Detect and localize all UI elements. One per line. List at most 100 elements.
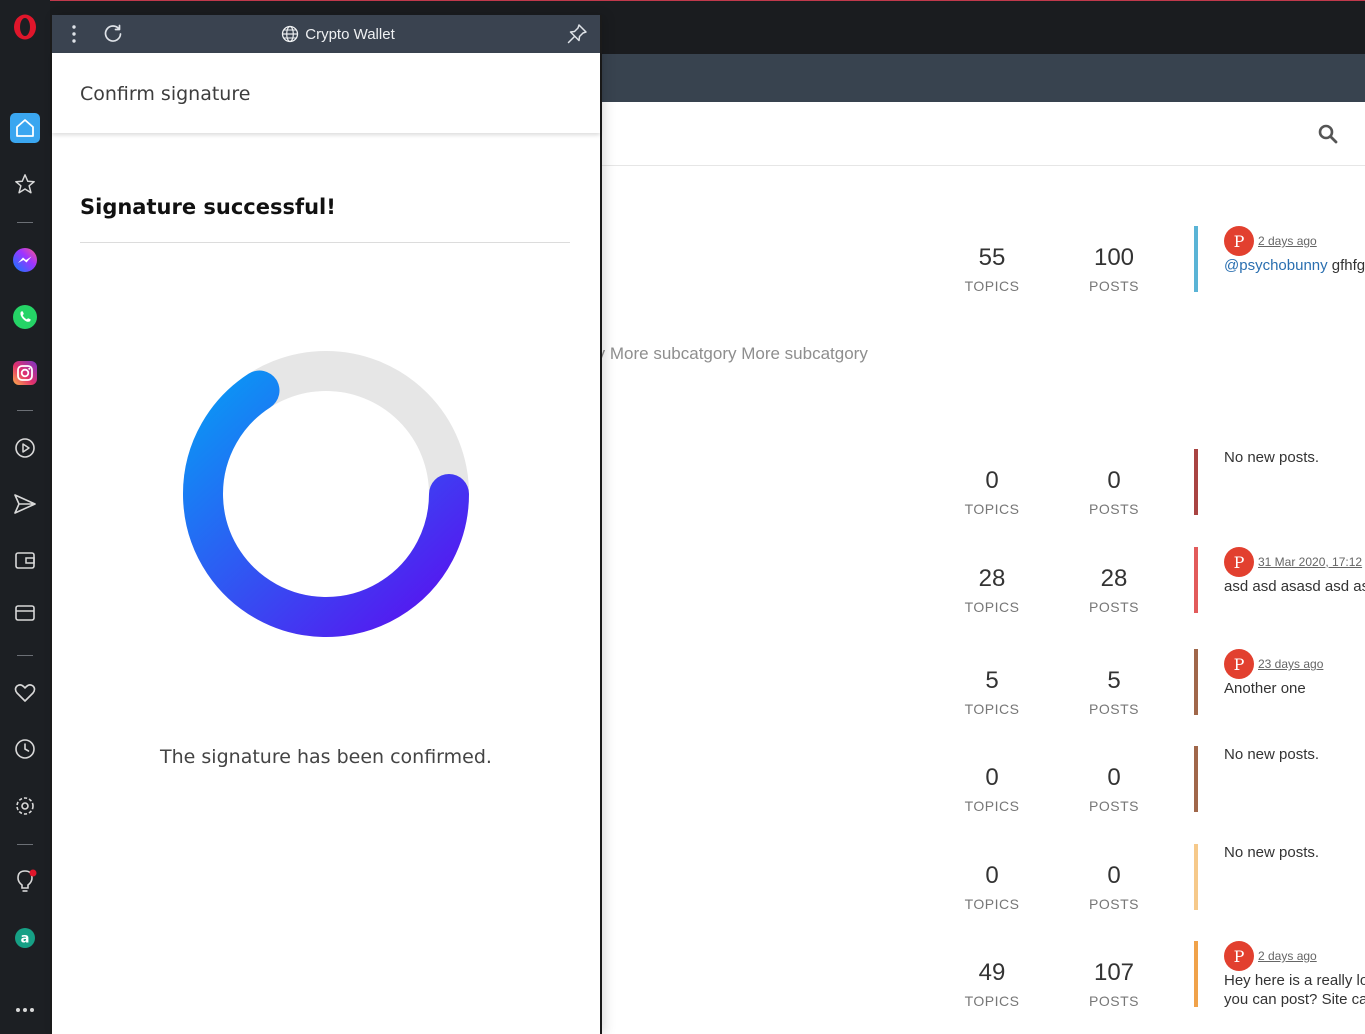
topics-count: 0 — [985, 467, 999, 494]
posts-stat: 28 POSTS — [1069, 563, 1159, 619]
posts-stat: 0 POSTS — [1069, 465, 1159, 521]
topics-label: TOPICS — [964, 501, 1020, 517]
last-post-preview[interactable]: Hey here is a really lo — [1224, 972, 1365, 990]
category-color-bar — [1194, 746, 1198, 812]
posts-label: POSTS — [1089, 599, 1139, 615]
messenger-icon[interactable] — [10, 245, 40, 275]
topics-count: 55 — [978, 244, 1006, 271]
card-icon[interactable] — [10, 598, 40, 628]
avatar[interactable]: P — [1224, 941, 1254, 971]
wallet-titlebar: Crypto Wallet — [52, 15, 600, 53]
posts-count: 100 — [1093, 244, 1135, 271]
home-icon[interactable] — [10, 113, 40, 143]
instagram-icon[interactable] — [10, 358, 40, 388]
history-icon[interactable] — [10, 734, 40, 764]
wallet-title-text: Crypto Wallet — [305, 25, 395, 43]
user-mention[interactable]: @psychobunny — [1224, 257, 1328, 274]
pin-icon[interactable] — [566, 23, 588, 49]
more-icon[interactable] — [10, 995, 40, 1025]
posts-label: POSTS — [1089, 278, 1139, 294]
wallet-header: Confirm signature — [52, 53, 600, 133]
sidebar-divider — [17, 844, 33, 845]
post-date-link[interactable]: 2 days ago — [1258, 234, 1317, 248]
page-title: Confirm signature — [80, 83, 251, 105]
topics-count: 28 — [978, 565, 1006, 592]
avatar[interactable]: P — [1224, 547, 1254, 577]
search-icon[interactable] — [1318, 124, 1338, 148]
posts-count: 0 — [1107, 764, 1121, 791]
post-date-link[interactable]: 2 days ago — [1258, 949, 1317, 963]
category-color-bar — [1194, 649, 1198, 715]
category-color-bar — [1194, 547, 1198, 613]
confirmation-message: The signature has been confirmed. — [160, 746, 492, 768]
sidebar-divider — [17, 222, 33, 223]
posts-count: 107 — [1093, 959, 1135, 986]
category-color-bar — [1194, 226, 1198, 292]
topics-label: TOPICS — [964, 993, 1020, 1009]
whatsapp-icon[interactable] — [10, 302, 40, 332]
post-excerpt-line2: you can post? Site car — [1224, 991, 1365, 1008]
globe-icon — [281, 25, 299, 43]
aria-icon[interactable]: a — [10, 923, 40, 953]
post-excerpt: gfhfg — [1327, 257, 1365, 274]
player-icon[interactable] — [10, 433, 40, 463]
success-progress-ring — [183, 351, 469, 637]
star-icon[interactable] — [10, 169, 40, 199]
browser-sidebar: a — [0, 0, 50, 1034]
browser-window: ry More subcatgory More subcatgory 55 TO… — [0, 0, 1365, 1034]
sidebar-divider — [17, 655, 33, 656]
site-header — [601, 102, 1365, 166]
success-heading: Signature successful! — [80, 195, 336, 219]
site-navbar — [601, 54, 1365, 102]
posts-label: POSTS — [1089, 993, 1139, 1009]
category-row: 55 TOPICS 100 POSTS P 2 days ago @psycho… — [601, 226, 1365, 308]
heart-icon[interactable] — [10, 678, 40, 708]
category-row: 0 TOPICS 0 POSTS No new posts. — [601, 844, 1365, 926]
topics-stat: 5 TOPICS — [947, 665, 1037, 721]
posts-stat: 100 POSTS — [1069, 242, 1159, 298]
avatar[interactable]: P — [1224, 649, 1254, 679]
posts-count: 0 — [1107, 862, 1121, 889]
post-excerpt: Another one — [1224, 680, 1306, 697]
send-icon[interactable] — [10, 489, 40, 519]
topics-label: TOPICS — [964, 896, 1020, 912]
divider — [80, 242, 570, 243]
posts-label: POSTS — [1089, 501, 1139, 517]
topics-stat: 28 TOPICS — [947, 563, 1037, 619]
posts-count: 28 — [1100, 565, 1128, 592]
forum-category-list: ry More subcatgory More subcatgory 55 TO… — [601, 166, 1365, 1034]
posts-count: 5 — [1107, 667, 1121, 694]
last-post-preview[interactable]: Another one — [1224, 680, 1365, 698]
topics-label: TOPICS — [964, 701, 1020, 717]
settings-icon[interactable] — [10, 791, 40, 821]
last-post: No new posts. — [1224, 844, 1365, 862]
lightbulb-icon[interactable] — [10, 866, 40, 896]
no-new-posts: No new posts. — [1224, 844, 1320, 861]
topics-count: 0 — [985, 764, 999, 791]
topics-stat: 0 TOPICS — [947, 860, 1037, 916]
topics-stat: 49 TOPICS — [947, 957, 1037, 1013]
wallet-icon[interactable] — [10, 545, 40, 575]
topics-label: TOPICS — [964, 599, 1020, 615]
category-row: 0 TOPICS 0 POSTS No new posts. — [601, 449, 1365, 531]
post-excerpt: asd asd asasd asd asa — [1224, 578, 1365, 595]
category-color-bar — [1194, 844, 1198, 910]
post-date-link[interactable]: 31 Mar 2020, 17:12 — [1258, 555, 1362, 569]
posts-label: POSTS — [1089, 701, 1139, 717]
category-row: 0 TOPICS 0 POSTS No new posts. — [601, 746, 1365, 828]
avatar[interactable]: P — [1224, 226, 1254, 256]
wallet-content: Signature successful! The signature has … — [52, 133, 600, 1033]
subcategory-links[interactable]: ry More subcatgory More subcatgory — [601, 344, 868, 364]
posts-stat: 107 POSTS — [1069, 957, 1159, 1013]
post-excerpt: Hey here is a really lo — [1224, 972, 1365, 989]
posts-label: POSTS — [1089, 798, 1139, 814]
opera-logo[interactable] — [10, 12, 40, 42]
last-post: P 31 Mar 2020, 17:12 asd asd asasd asd a… — [1224, 547, 1365, 597]
post-date-link[interactable]: 23 days ago — [1258, 657, 1323, 671]
last-post: P 2 days ago Hey here is a really lo you… — [1224, 941, 1365, 1009]
category-color-bar — [1194, 941, 1198, 1007]
topics-count: 5 — [985, 667, 999, 694]
posts-stat: 5 POSTS — [1069, 665, 1159, 721]
last-post-preview[interactable]: asd asd asasd asd asa — [1224, 578, 1365, 596]
last-post-preview[interactable]: @psychobunny gfhfg — [1224, 257, 1365, 275]
